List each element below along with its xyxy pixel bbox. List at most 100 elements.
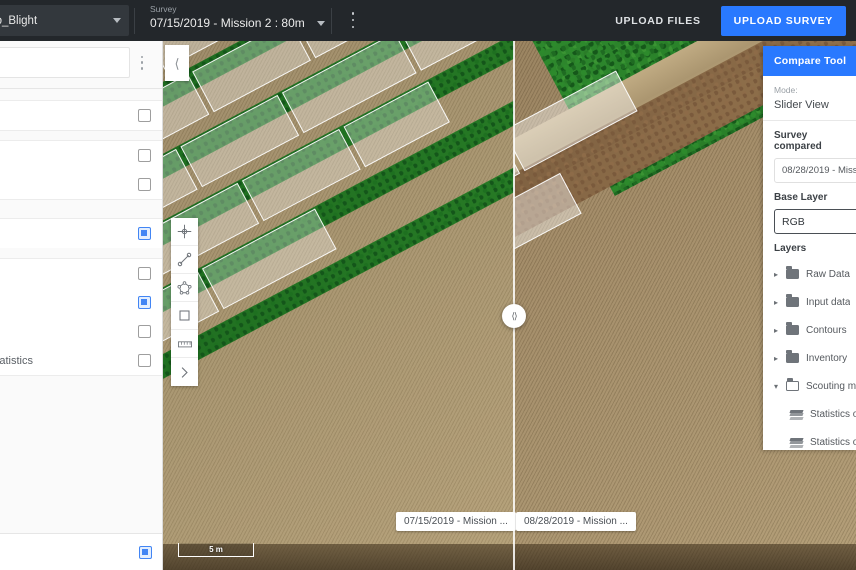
kebab-menu-icon[interactable] [345,11,361,29]
survey-value-label: 07/15/2019 - Mission 2 : 80m [150,16,305,30]
map-label-before: 07/15/2019 - Mission ... [396,512,516,531]
list-item-checkbox[interactable] [138,354,151,367]
compare-slider-handle[interactable]: ⟨⟩ [502,304,526,328]
crosshair-icon [177,224,192,239]
list-item-checkbox[interactable] [138,178,151,191]
chevron-right-icon [178,366,191,379]
layer-node-label: Input data [806,297,850,308]
map-bottom-shade [163,544,856,570]
folder-icon [786,325,799,335]
survey-compared-field[interactable]: 08/28/2019 - Mission [774,158,856,183]
list-item-label: s [0,179,138,191]
chevron-right-icon[interactable]: ▸ [774,354,786,363]
list-item-checkbox[interactable] [138,325,151,338]
divider [763,120,856,121]
search-input[interactable] [0,47,130,78]
list-item[interactable] [0,317,162,346]
layers-label: Layers [774,243,856,254]
chevron-right-icon[interactable]: ▸ [774,326,786,335]
list-item-checkbox[interactable] [138,267,151,280]
rectangle-tool-button[interactable] [171,302,198,330]
map-half-before [163,41,514,570]
list-item[interactable] [0,219,162,248]
upload-files-button[interactable]: UPLOAD FILES [603,7,712,35]
chevron-right-icon[interactable]: ▸ [774,298,786,307]
layer-node-inventory[interactable]: ▸ Inventory [774,344,856,372]
list-item[interactable]: aps statistics [0,346,162,375]
scale-bar: 5 m [178,543,254,557]
measure-tool-button[interactable] [171,330,198,358]
list-item[interactable] [0,259,162,288]
list-item-checkbox[interactable] [138,227,151,240]
layers-icon [790,409,803,420]
layer-node-input-data[interactable]: ▸ Input data [774,288,856,316]
chevron-left-icon: ⟨ [174,57,179,70]
left-sidebar: iles s [0,41,163,570]
chevron-down-icon [113,18,121,23]
compare-tool-body: Mode: Slider View Survey compared 08/28/… [763,76,856,450]
layer-node-label: Scouting map [806,381,856,392]
survey-selector[interactable]: Survey 07/15/2019 - Mission 2 : 80m [150,4,325,30]
folder-open-icon [786,381,799,391]
layer-node-label: Statistics o [810,437,856,448]
project-name-label: dTrial_Potato_Blight [0,15,107,27]
chevron-down-icon [317,21,325,26]
list-item-checkbox[interactable] [138,296,151,309]
list-item[interactable]: s [0,170,162,199]
layer-node-label: Raw Data [806,269,850,280]
expand-tool-button[interactable] [171,358,198,386]
upload-survey-button[interactable]: UPLOAD SURVEY [721,6,846,36]
layer-node-contours[interactable]: ▸ Contours [774,316,856,344]
layer-node-statistics-2[interactable]: Statistics o [774,428,856,450]
layer-node-statistics-1[interactable]: Statistics o [774,400,856,428]
list-item-checkbox[interactable] [139,546,152,559]
application-root: dTrial_Potato_Blight Survey 07/15/2019 -… [0,0,856,570]
divider [134,8,135,34]
polygon-icon [177,280,192,295]
base-layer-field[interactable]: RGB [774,209,856,234]
list-item-checkbox[interactable] [138,109,151,122]
layer-node-label: Statistics o [810,409,856,420]
divider [331,8,332,34]
layer-node-raw-data[interactable]: ▸ Raw Data [774,260,856,288]
top-bar-actions: UPLOAD FILES UPLOAD SURVEY [603,0,846,41]
line-icon [177,252,192,267]
compare-tool-title: Compare Tool [763,46,856,76]
sidebar-group-4: aps statistics [0,258,162,376]
layer-node-scouting-map[interactable]: ▾ Scouting map [774,372,856,400]
polygon-tool-button[interactable] [171,274,198,302]
project-selector[interactable]: dTrial_Potato_Blight [0,5,129,36]
map-viewport[interactable]: ⟨⟩ ⟨ [163,41,856,570]
line-tool-button[interactable] [171,246,198,274]
sidebar-group-2: iles s [0,140,162,200]
mode-value[interactable]: Slider View [774,99,856,120]
layer-node-label: Contours [806,325,847,336]
list-item-checkbox[interactable] [138,149,151,162]
list-item[interactable]: ERS [0,534,163,570]
folder-icon [786,297,799,307]
list-item[interactable]: iles [0,141,162,170]
list-item-label: iles [0,150,138,162]
scale-bar-label: 5 m [209,545,223,554]
list-item[interactable] [0,288,162,317]
survey-field-label: Survey [150,4,325,15]
layers-tree: ▸ Raw Data ▸ Input data ▸ Contours ▸ [774,260,856,450]
kebab-menu-icon[interactable] [134,55,150,71]
folder-icon [786,353,799,363]
panel-collapse-button[interactable]: ⟨ [165,45,189,81]
chevron-down-icon[interactable]: ▾ [774,382,786,391]
chevron-right-icon[interactable]: ▸ [774,270,786,279]
list-item-label: ERS [0,547,139,557]
rectangle-icon [177,308,192,323]
map-label-after: 08/28/2019 - Mission ... [516,512,636,531]
sidebar-group-1 [0,100,162,131]
drawing-toolbar [171,218,198,386]
folder-icon [786,269,799,279]
top-bar: dTrial_Potato_Blight Survey 07/15/2019 -… [0,0,856,41]
layers-icon [790,437,803,448]
point-tool-button[interactable] [171,218,198,246]
layer-node-label: Inventory [806,353,847,364]
compare-tool-panel: Compare Tool Mode: Slider View Survey co… [763,46,856,450]
sidebar-group-3 [0,218,162,248]
list-item[interactable] [0,101,162,130]
